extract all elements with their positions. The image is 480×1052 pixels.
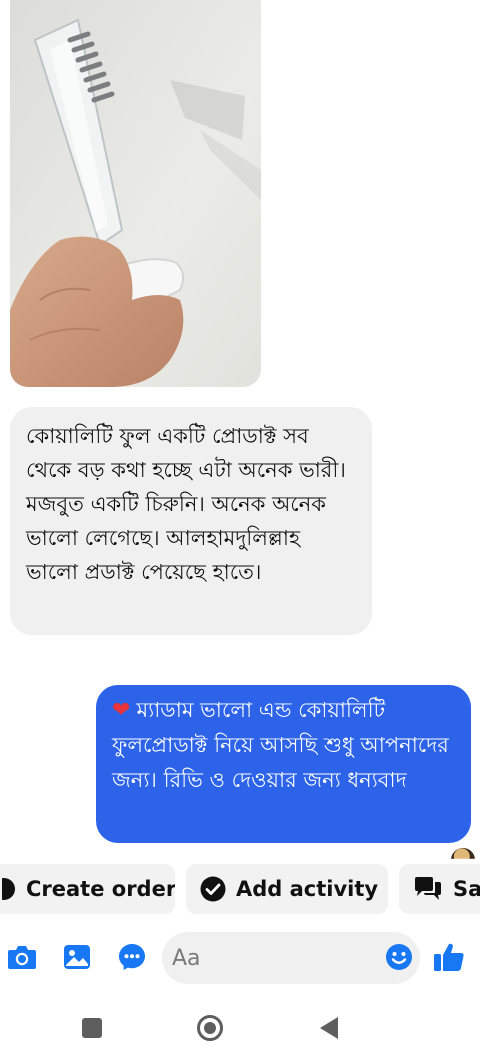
messenger-button[interactable] bbox=[116, 941, 148, 973]
thumbs-up-icon bbox=[434, 943, 464, 971]
back-button[interactable] bbox=[315, 1014, 343, 1042]
add-activity-label: Add activity bbox=[236, 877, 379, 901]
emoji-button[interactable] bbox=[383, 941, 415, 973]
add-activity-button[interactable]: Add activity bbox=[186, 864, 388, 914]
order-icon bbox=[2, 877, 16, 901]
incoming-message-text: কোয়ালিটি ফুল একটি প্রোডাক্ট সব থেকে বড়… bbox=[26, 424, 346, 584]
home-button[interactable] bbox=[196, 1014, 224, 1042]
saved-replies-icon bbox=[413, 876, 443, 902]
outgoing-message-bubble[interactable]: ❤ ম্যাডাম ভালো এন্ড কোয়ালিটি ফুলপ্রোডাক্… bbox=[96, 685, 471, 843]
heart-icon: ❤ bbox=[112, 698, 131, 723]
gallery-button[interactable] bbox=[61, 941, 93, 973]
create-order-label: Create order bbox=[26, 877, 175, 901]
home-icon bbox=[197, 1015, 223, 1041]
outgoing-message-text: ম্যাডাম ভালো এন্ড কোয়ালিটি ফুলপ্রোডাক্ট… bbox=[112, 698, 449, 792]
check-circle-icon bbox=[200, 876, 226, 902]
create-order-button[interactable]: Create order bbox=[0, 864, 175, 914]
comb-photo bbox=[10, 0, 261, 387]
emoji-icon bbox=[386, 944, 412, 970]
back-icon bbox=[320, 1017, 338, 1039]
camera-button[interactable] bbox=[6, 941, 38, 973]
like-button[interactable] bbox=[433, 941, 465, 973]
camera-icon bbox=[8, 946, 36, 969]
recents-icon bbox=[82, 1018, 102, 1038]
messenger-icon bbox=[119, 944, 145, 970]
saved-replies-label: Sa bbox=[453, 877, 480, 901]
gallery-icon bbox=[64, 945, 90, 969]
message-input[interactable] bbox=[162, 932, 420, 984]
photo-attachment[interactable] bbox=[10, 0, 261, 387]
incoming-message-bubble[interactable]: কোয়ালিটি ফুল একটি প্রোডাক্ট সব থেকে বড়… bbox=[10, 407, 372, 635]
recents-button[interactable] bbox=[78, 1014, 106, 1042]
saved-replies-button[interactable]: Sa bbox=[399, 864, 480, 914]
